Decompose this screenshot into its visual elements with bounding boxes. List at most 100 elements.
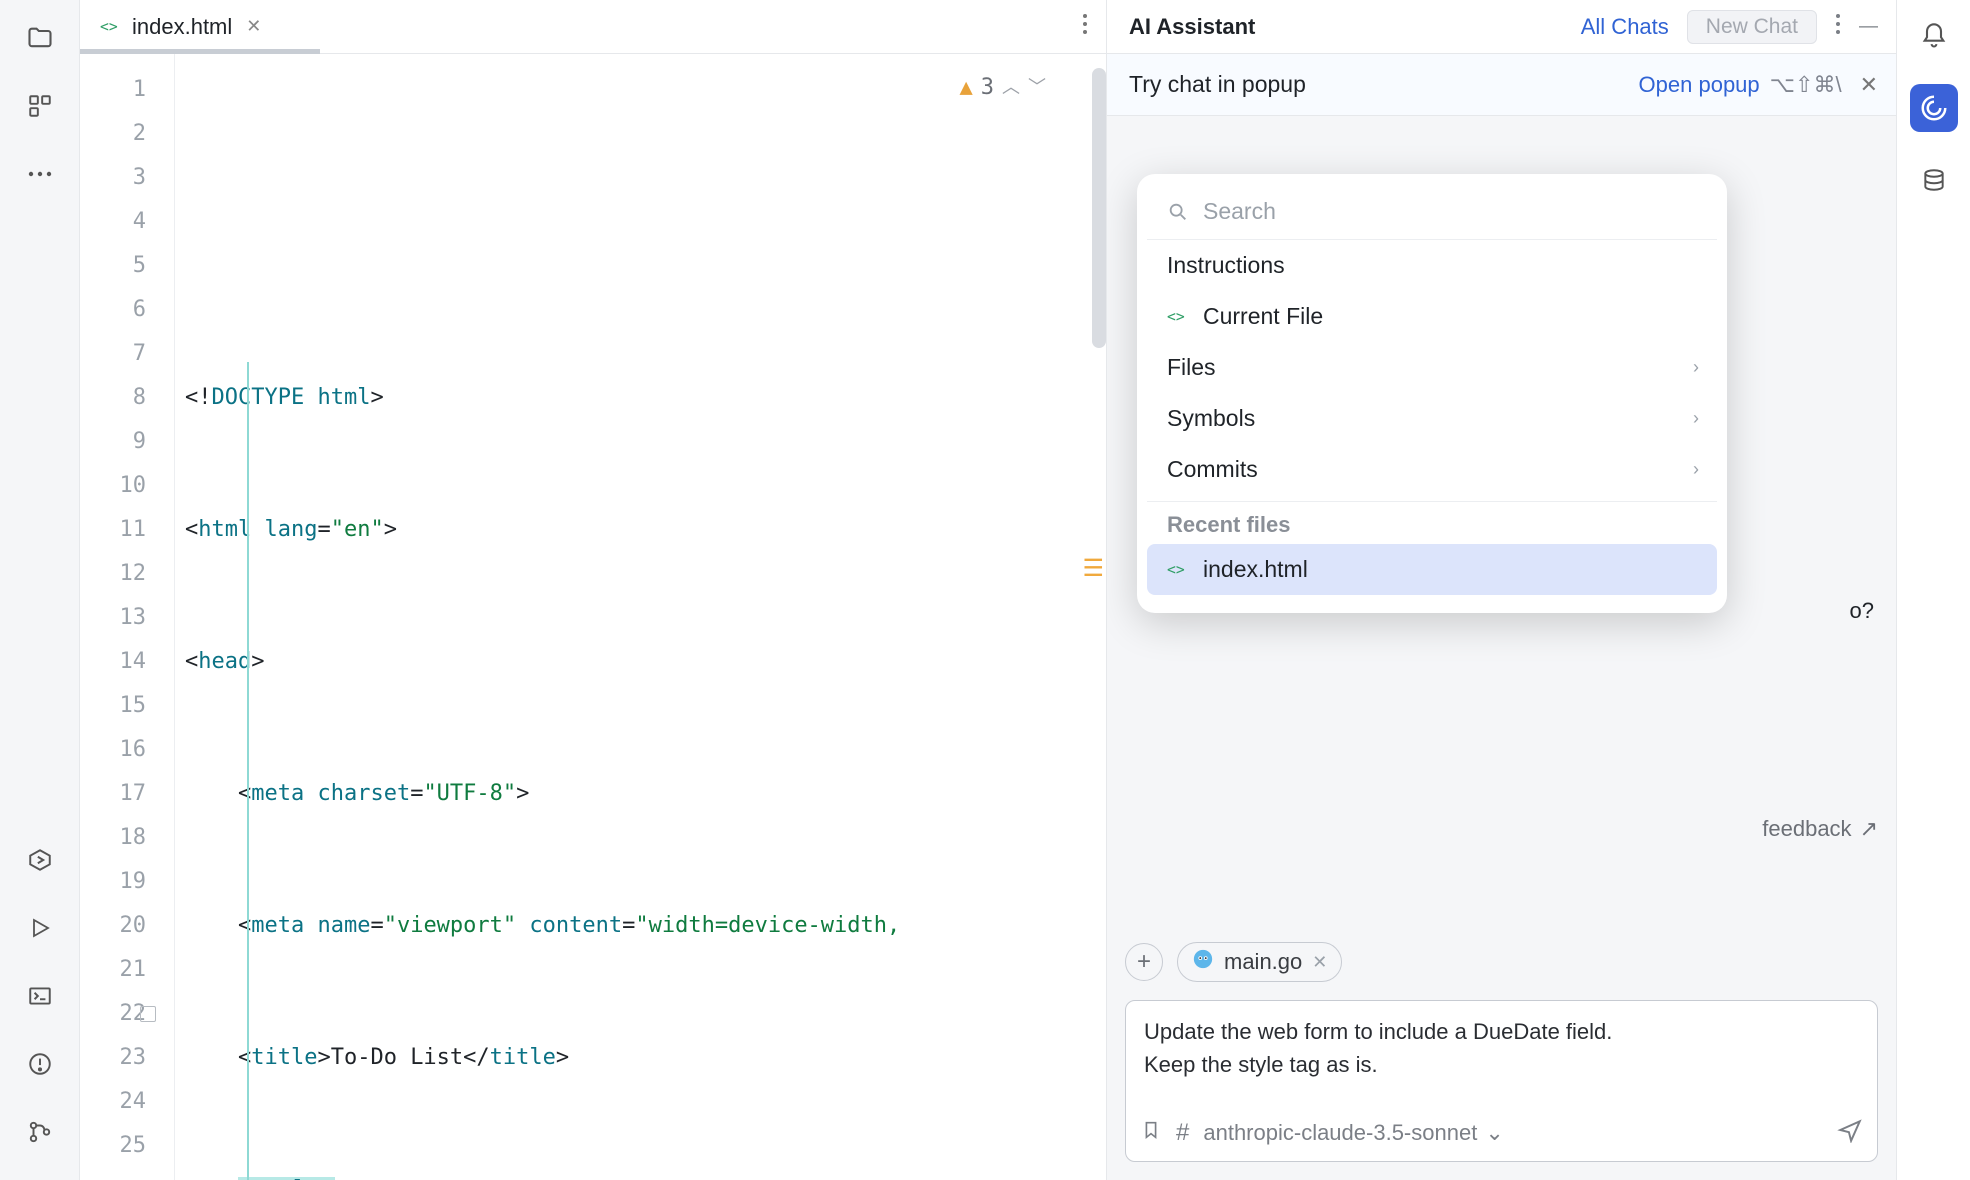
folder-icon[interactable] bbox=[20, 18, 60, 58]
ai-title: AI Assistant bbox=[1129, 14, 1563, 40]
chevron-right-icon: › bbox=[1693, 459, 1699, 480]
gutter-line: 15 bbox=[80, 684, 174, 728]
popover-files[interactable]: Files› bbox=[1147, 342, 1717, 393]
popup-banner: Try chat in popup Open popup ⌥⇧⌘\ ✕ bbox=[1107, 54, 1896, 116]
gutter-line: 9 bbox=[80, 420, 174, 464]
chip-remove-icon[interactable]: ✕ bbox=[1312, 952, 1327, 973]
gutter-line: 20 bbox=[80, 904, 174, 948]
external-link-icon: ↗ bbox=[1860, 816, 1878, 842]
editor[interactable]: 1 2 3 4 5 6 7 8 9 10 11 12 13 14 15 16 1… bbox=[80, 54, 1106, 1180]
file-tab-index-html[interactable]: <> index.html ✕ bbox=[80, 0, 279, 53]
gutter-line: 12 bbox=[80, 552, 174, 596]
notifications-icon[interactable] bbox=[1914, 16, 1954, 56]
obscured-text: o? bbox=[1850, 598, 1874, 624]
chat-area: o? feedback ↗ Search Instructions <> Cur… bbox=[1107, 116, 1896, 1180]
open-popup-link[interactable]: Open popup bbox=[1639, 72, 1760, 98]
tab-bar: <> index.html ✕ bbox=[80, 0, 1106, 54]
gutter-line: 13 bbox=[80, 596, 174, 640]
html-file-icon: <> bbox=[1167, 306, 1189, 328]
gutter-line: 25 bbox=[80, 1124, 174, 1168]
svg-text:<>: <> bbox=[1167, 308, 1185, 325]
chat-toolbar: # anthropic-claude-3.5-sonnet ⌄ bbox=[1126, 1117, 1877, 1161]
model-selector[interactable]: anthropic-claude-3.5-sonnet ⌄ bbox=[1203, 1120, 1503, 1146]
gutter-line: 6 bbox=[80, 288, 174, 332]
terminal-icon[interactable] bbox=[20, 976, 60, 1016]
popover-recent-label: Recent files bbox=[1147, 501, 1717, 544]
gutter-line: 17 bbox=[80, 772, 174, 816]
gutter-line: 5 bbox=[80, 244, 174, 288]
popover-instructions[interactable]: Instructions bbox=[1147, 240, 1717, 291]
new-chat-button[interactable]: New Chat bbox=[1687, 10, 1817, 44]
gutter-line: 16 bbox=[80, 728, 174, 772]
editor-column: <> index.html ✕ 1 2 3 4 5 6 7 8 9 10 11 … bbox=[80, 0, 1106, 1180]
send-button[interactable] bbox=[1837, 1117, 1863, 1149]
gutter-line: 24 bbox=[80, 1080, 174, 1124]
minimize-icon[interactable]: — bbox=[1859, 16, 1878, 38]
gutter-line: 4 bbox=[80, 200, 174, 244]
svg-text:<>: <> bbox=[1167, 561, 1185, 578]
banner-close-icon[interactable]: ✕ bbox=[1860, 72, 1878, 98]
chip-label: main.go bbox=[1224, 949, 1302, 975]
right-tool-rail bbox=[1896, 0, 1970, 1180]
popover-commits[interactable]: Commits› bbox=[1147, 444, 1717, 495]
gutter-line: 18 bbox=[80, 816, 174, 860]
popover-search[interactable]: Search bbox=[1147, 192, 1717, 240]
ai-assistant-icon[interactable] bbox=[1910, 84, 1958, 132]
gutter-line: 14 bbox=[80, 640, 174, 684]
vcs-icon[interactable] bbox=[20, 1112, 60, 1152]
gutter-line: 22 bbox=[80, 992, 174, 1036]
chevron-right-icon: › bbox=[1693, 408, 1699, 429]
database-icon[interactable] bbox=[1914, 160, 1954, 200]
search-icon bbox=[1167, 201, 1189, 223]
gutter-line: 21 bbox=[80, 948, 174, 992]
structure-icon[interactable] bbox=[20, 86, 60, 126]
more-icon[interactable] bbox=[20, 154, 60, 194]
sticky-lines-icon[interactable]: ☰ bbox=[1082, 556, 1102, 580]
context-popover: Search Instructions <> Current File File… bbox=[1137, 174, 1727, 613]
gutter-line: 10 bbox=[80, 464, 174, 508]
chevron-right-icon: › bbox=[1693, 357, 1699, 378]
inspection-widget[interactable]: ▲ 3 ︿ ﹀ bbox=[960, 66, 1047, 110]
scrollbar-thumb[interactable] bbox=[1092, 68, 1106, 348]
gutter: 1 2 3 4 5 6 7 8 9 10 11 12 13 14 15 16 1… bbox=[80, 54, 175, 1180]
bookmark-icon[interactable] bbox=[1140, 1119, 1162, 1147]
add-context-button[interactable]: + bbox=[1125, 943, 1163, 981]
warning-icon: ▲ bbox=[960, 66, 973, 110]
gutter-line: 19 bbox=[80, 860, 174, 904]
all-chats-link[interactable]: All Chats bbox=[1581, 14, 1669, 40]
search-placeholder: Search bbox=[1203, 198, 1276, 225]
chevron-down-icon: ⌄ bbox=[1485, 1120, 1503, 1146]
gutter-line: 2 bbox=[80, 112, 174, 156]
file-tab-label: index.html bbox=[132, 14, 232, 40]
gutter-line: 11 bbox=[80, 508, 174, 552]
left-tool-rail bbox=[0, 0, 80, 1180]
breakpoint-box[interactable] bbox=[140, 1006, 156, 1022]
kebab-icon[interactable] bbox=[1835, 13, 1841, 41]
go-file-icon bbox=[1192, 948, 1214, 976]
problems-icon[interactable] bbox=[20, 1044, 60, 1084]
code-area[interactable]: ▲ 3 ︿ ﹀ ☰ <!DOCTYPE html> <html lang="en… bbox=[175, 54, 1106, 1180]
context-chip-main-go[interactable]: main.go ✕ bbox=[1177, 942, 1342, 982]
popup-banner-text: Try chat in popup bbox=[1129, 71, 1639, 98]
html-file-icon: <> bbox=[1167, 559, 1189, 581]
ai-header: AI Assistant All Chats New Chat — bbox=[1107, 0, 1896, 54]
next-problem-icon[interactable]: ﹀ bbox=[1028, 66, 1046, 110]
close-tab-icon[interactable]: ✕ bbox=[246, 16, 261, 37]
gutter-line: 3 bbox=[80, 156, 174, 200]
popover-recent-file[interactable]: <> index.html bbox=[1147, 544, 1717, 595]
feedback-link[interactable]: feedback ↗ bbox=[1762, 816, 1878, 842]
popup-shortcut: ⌥⇧⌘\ bbox=[1770, 72, 1842, 98]
tab-menu-icon[interactable] bbox=[1082, 13, 1088, 41]
warning-count: 3 bbox=[981, 66, 994, 110]
run-icon[interactable] bbox=[20, 908, 60, 948]
prev-problem-icon[interactable]: ︿ bbox=[1002, 66, 1020, 110]
hash-icon[interactable]: # bbox=[1176, 1119, 1189, 1147]
popover-current-file[interactable]: <> Current File bbox=[1147, 291, 1717, 342]
popover-symbols[interactable]: Symbols› bbox=[1147, 393, 1717, 444]
html-file-icon: <> bbox=[100, 16, 122, 38]
chat-input[interactable]: Update the web form to include a DueDate… bbox=[1125, 1000, 1878, 1162]
services-icon[interactable] bbox=[20, 840, 60, 880]
chat-text[interactable]: Update the web form to include a DueDate… bbox=[1126, 1001, 1877, 1117]
ai-assistant-panel: AI Assistant All Chats New Chat — Try ch… bbox=[1106, 0, 1896, 1180]
indent-guide bbox=[247, 362, 249, 1180]
